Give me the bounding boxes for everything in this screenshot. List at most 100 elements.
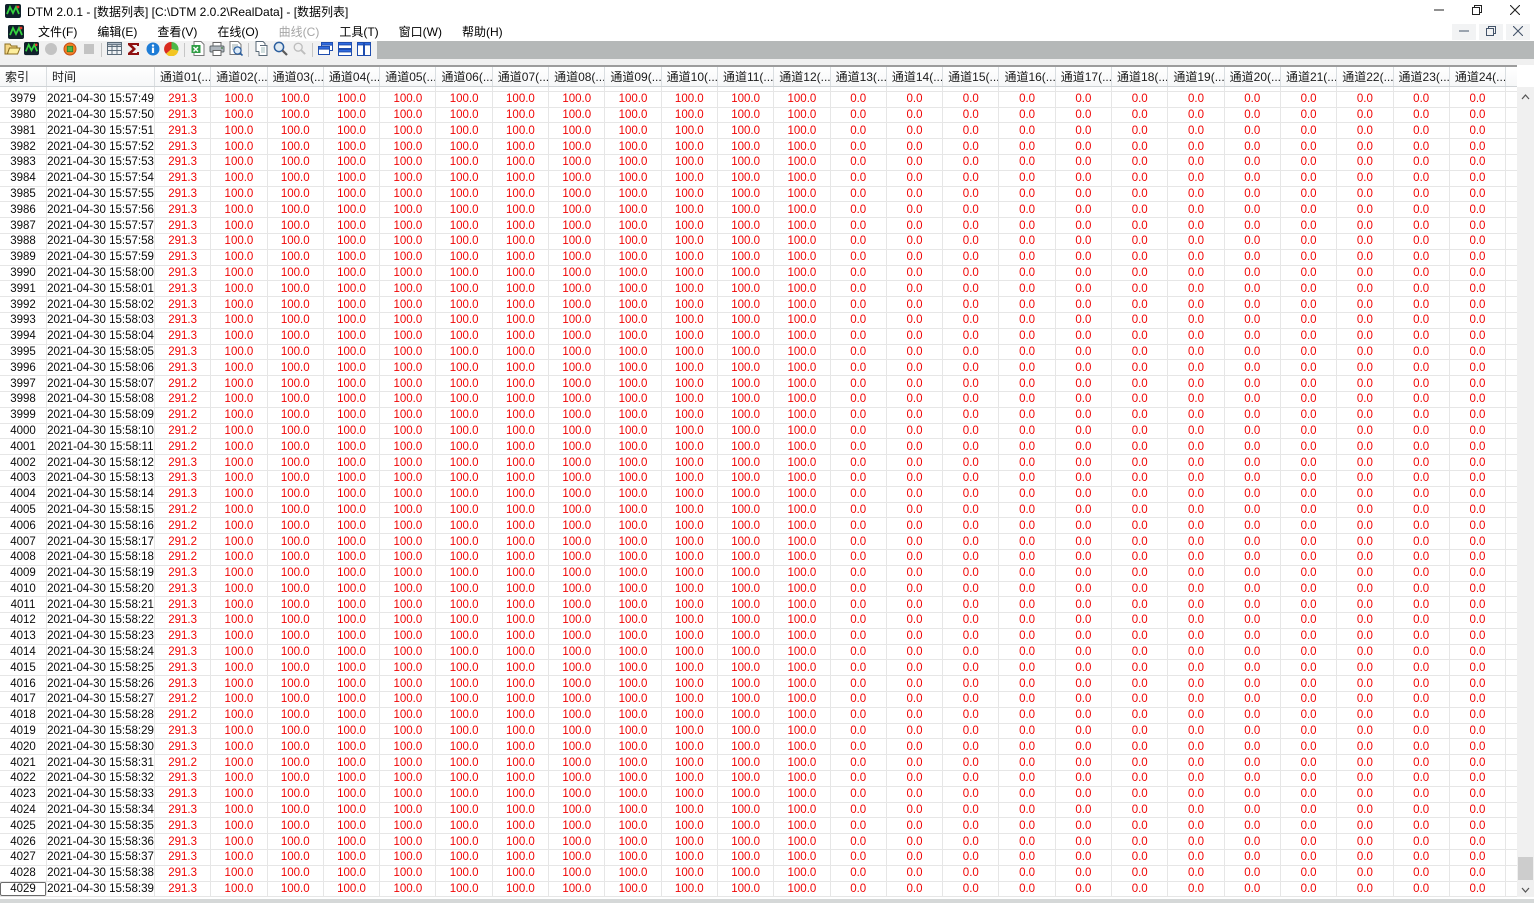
cell-channel-value[interactable]: 100.0 [268,755,324,771]
cell-channel-value[interactable]: 100.0 [380,834,437,850]
cell-channel-value[interactable]: 0.0 [1450,581,1507,597]
cell-channel-value[interactable]: 0.0 [999,170,1056,186]
cell-channel-value[interactable]: 100.0 [774,613,831,628]
cell-channel-value[interactable]: 0.0 [1225,470,1281,486]
cell-channel-value[interactable]: 0.0 [1168,423,1225,439]
cell-channel-value[interactable]: 0.0 [1450,123,1507,139]
cell-channel-value[interactable]: 0.0 [887,676,944,692]
cell-channel-value[interactable]: 100.0 [605,91,662,107]
cell-channel-value[interactable]: 100.0 [549,565,606,581]
cell-channel-value[interactable]: 100.0 [268,312,324,328]
cell-channel-value[interactable]: 0.0 [1281,865,1338,881]
cell-channel-value[interactable]: 100.0 [211,170,268,186]
cell-time[interactable]: 2021-04-30 15:58:02 [47,297,155,312]
cell-channel-value[interactable]: 0.0 [1394,581,1450,597]
restore-button[interactable] [1458,0,1496,22]
cell-channel-value[interactable]: 291.2 [155,549,212,565]
table-row[interactable]: 3983 2021-04-30 15:57:53 291.3 100.0 100.0 10… [0,154,1517,171]
cell-channel-value[interactable]: 0.0 [1450,423,1507,439]
table-row[interactable]: 4008 2021-04-30 15:58:18 291.2 100.0 100.0 10… [0,549,1517,566]
cell-channel-value[interactable]: 100.0 [211,407,268,423]
cell-channel-value[interactable]: 100.0 [324,581,381,597]
cell-channel-value[interactable]: 100.0 [380,850,437,865]
cell-channel-value[interactable]: 0.0 [1337,834,1394,850]
cell-time[interactable]: 2021-04-30 15:58:21 [47,597,155,613]
cell-channel-value[interactable]: 0.0 [1394,723,1450,739]
cell-time[interactable]: 2021-04-30 15:58:39 [47,881,155,897]
cell-channel-value[interactable]: 0.0 [1394,344,1450,360]
cell-channel-value[interactable]: 0.0 [887,297,944,312]
cell-channel-value[interactable]: 0.0 [1450,87,1507,91]
cell-channel-value[interactable]: 100.0 [493,707,550,723]
cell-channel-value[interactable]: 100.0 [380,139,437,154]
cell-channel-value[interactable]: 100.0 [268,87,324,91]
cell-channel-value[interactable]: 0.0 [1337,139,1394,154]
cell-channel-value[interactable]: 100.0 [605,87,662,91]
cell-channel-value[interactable]: 0.0 [887,170,944,186]
cell-index[interactable]: 4015 [0,660,47,676]
cell-channel-value[interactable]: 100.0 [324,597,381,613]
cell-channel-value[interactable]: 0.0 [887,407,944,423]
cell-channel-value[interactable]: 100.0 [718,218,775,233]
cell-channel-value[interactable]: 0.0 [1112,202,1169,218]
cell-time[interactable]: 2021-04-30 15:58:36 [47,834,155,850]
cell-channel-value[interactable]: 0.0 [831,534,887,549]
cell-channel-value[interactable]: 100.0 [493,91,550,107]
cell-channel-value[interactable]: 100.0 [436,502,493,518]
cell-channel-value[interactable]: 100.0 [211,707,268,723]
cell-channel-value[interactable]: 0.0 [831,202,887,218]
table-row[interactable]: 3979 2021-04-30 15:57:49 291.3 100.0 100.0 10… [0,91,1517,108]
cell-channel-value[interactable]: 0.0 [831,123,887,139]
cell-channel-value[interactable]: 0.0 [1112,581,1169,597]
cell-channel-value[interactable]: 100.0 [324,565,381,581]
cell-channel-value[interactable]: 0.0 [1056,660,1113,676]
cell-channel-value[interactable]: 291.3 [155,470,212,486]
cell-channel-value[interactable]: 291.3 [155,802,212,818]
cell-channel-value[interactable]: 0.0 [1281,628,1338,644]
cell-channel-value[interactable]: 100.0 [211,470,268,486]
cell-channel-value[interactable]: 100.0 [662,87,718,91]
cell-channel-value[interactable]: 0.0 [943,802,1000,818]
cell-channel-value[interactable]: 0.0 [887,91,944,107]
cell-channel-value[interactable]: 0.0 [1337,407,1394,423]
cell-channel-value[interactable]: 100.0 [324,802,381,818]
cell-channel-value[interactable]: 100.0 [436,660,493,676]
table-row[interactable]: 4003 2021-04-30 15:58:13 291.3 100.0 100.0 10… [0,470,1517,487]
cell-channel-value[interactable]: 100.0 [324,249,381,265]
cell-channel-value[interactable]: 100.0 [774,123,831,139]
cell-channel-value[interactable]: 291.2 [155,518,212,534]
cell-channel-value[interactable]: 100.0 [549,723,606,739]
cell-channel-value[interactable]: 100.0 [718,834,775,850]
cell-index[interactable]: 4022 [0,771,47,786]
cell-channel-value[interactable]: 0.0 [1112,644,1169,660]
table-row[interactable]: 4029 2021-04-30 15:58:39 291.3 100.0 100.0 10… [0,881,1517,897]
cell-channel-value[interactable]: 0.0 [999,249,1056,265]
cell-channel-value[interactable]: 100.0 [493,581,550,597]
cell-channel-value[interactable]: 0.0 [1394,265,1450,281]
cell-channel-value[interactable]: 0.0 [1168,739,1225,755]
cell-channel-value[interactable]: 100.0 [436,360,493,376]
cell-channel-value[interactable]: 0.0 [1394,786,1450,802]
cell-channel-value[interactable]: 0.0 [1112,87,1169,91]
cell-channel-value[interactable]: 0.0 [1394,87,1450,91]
cell-channel-value[interactable]: 100.0 [380,802,437,818]
cell-channel-value[interactable]: 0.0 [1450,723,1507,739]
cell-channel-value[interactable]: 100.0 [549,470,606,486]
cell-channel-value[interactable]: 0.0 [999,834,1056,850]
cell-channel-value[interactable]: 100.0 [605,265,662,281]
cell-channel-value[interactable]: 100.0 [718,249,775,265]
cell-channel-value[interactable]: 100.0 [324,881,381,897]
cell-channel-value[interactable]: 0.0 [1281,723,1338,739]
cell-channel-value[interactable]: 100.0 [268,281,324,297]
cell-channel-value[interactable]: 100.0 [605,202,662,218]
cell-channel-value[interactable]: 0.0 [1281,486,1338,502]
cell-channel-value[interactable]: 0.0 [943,786,1000,802]
cell-channel-value[interactable]: 0.0 [1337,360,1394,376]
cell-channel-value[interactable]: 100.0 [436,723,493,739]
cell-channel-value[interactable]: 0.0 [887,660,944,676]
cell-channel-value[interactable]: 0.0 [1056,707,1113,723]
cell-channel-value[interactable]: 0.0 [1225,218,1281,233]
column-header-channel[interactable]: 通道14(... [887,67,944,86]
cell-channel-value[interactable]: 100.0 [324,771,381,786]
cell-channel-value[interactable]: 100.0 [718,660,775,676]
